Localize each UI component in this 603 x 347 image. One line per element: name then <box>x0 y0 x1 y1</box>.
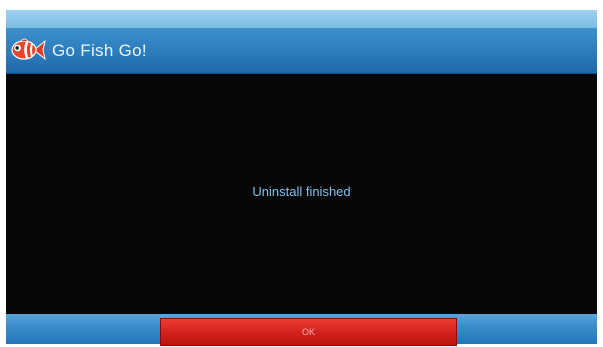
app-window: Go Fish Go! Uninstall finished OK <box>0 0 603 347</box>
title-bar: Go Fish Go! <box>6 28 597 74</box>
status-bar <box>6 10 597 28</box>
dialog-content: Uninstall finished <box>6 74 597 314</box>
status-message: Uninstall finished <box>252 184 351 199</box>
button-bar: OK <box>6 314 597 346</box>
clownfish-icon <box>10 37 46 63</box>
ok-button[interactable]: OK <box>160 318 457 346</box>
app-title: Go Fish Go! <box>52 41 147 60</box>
